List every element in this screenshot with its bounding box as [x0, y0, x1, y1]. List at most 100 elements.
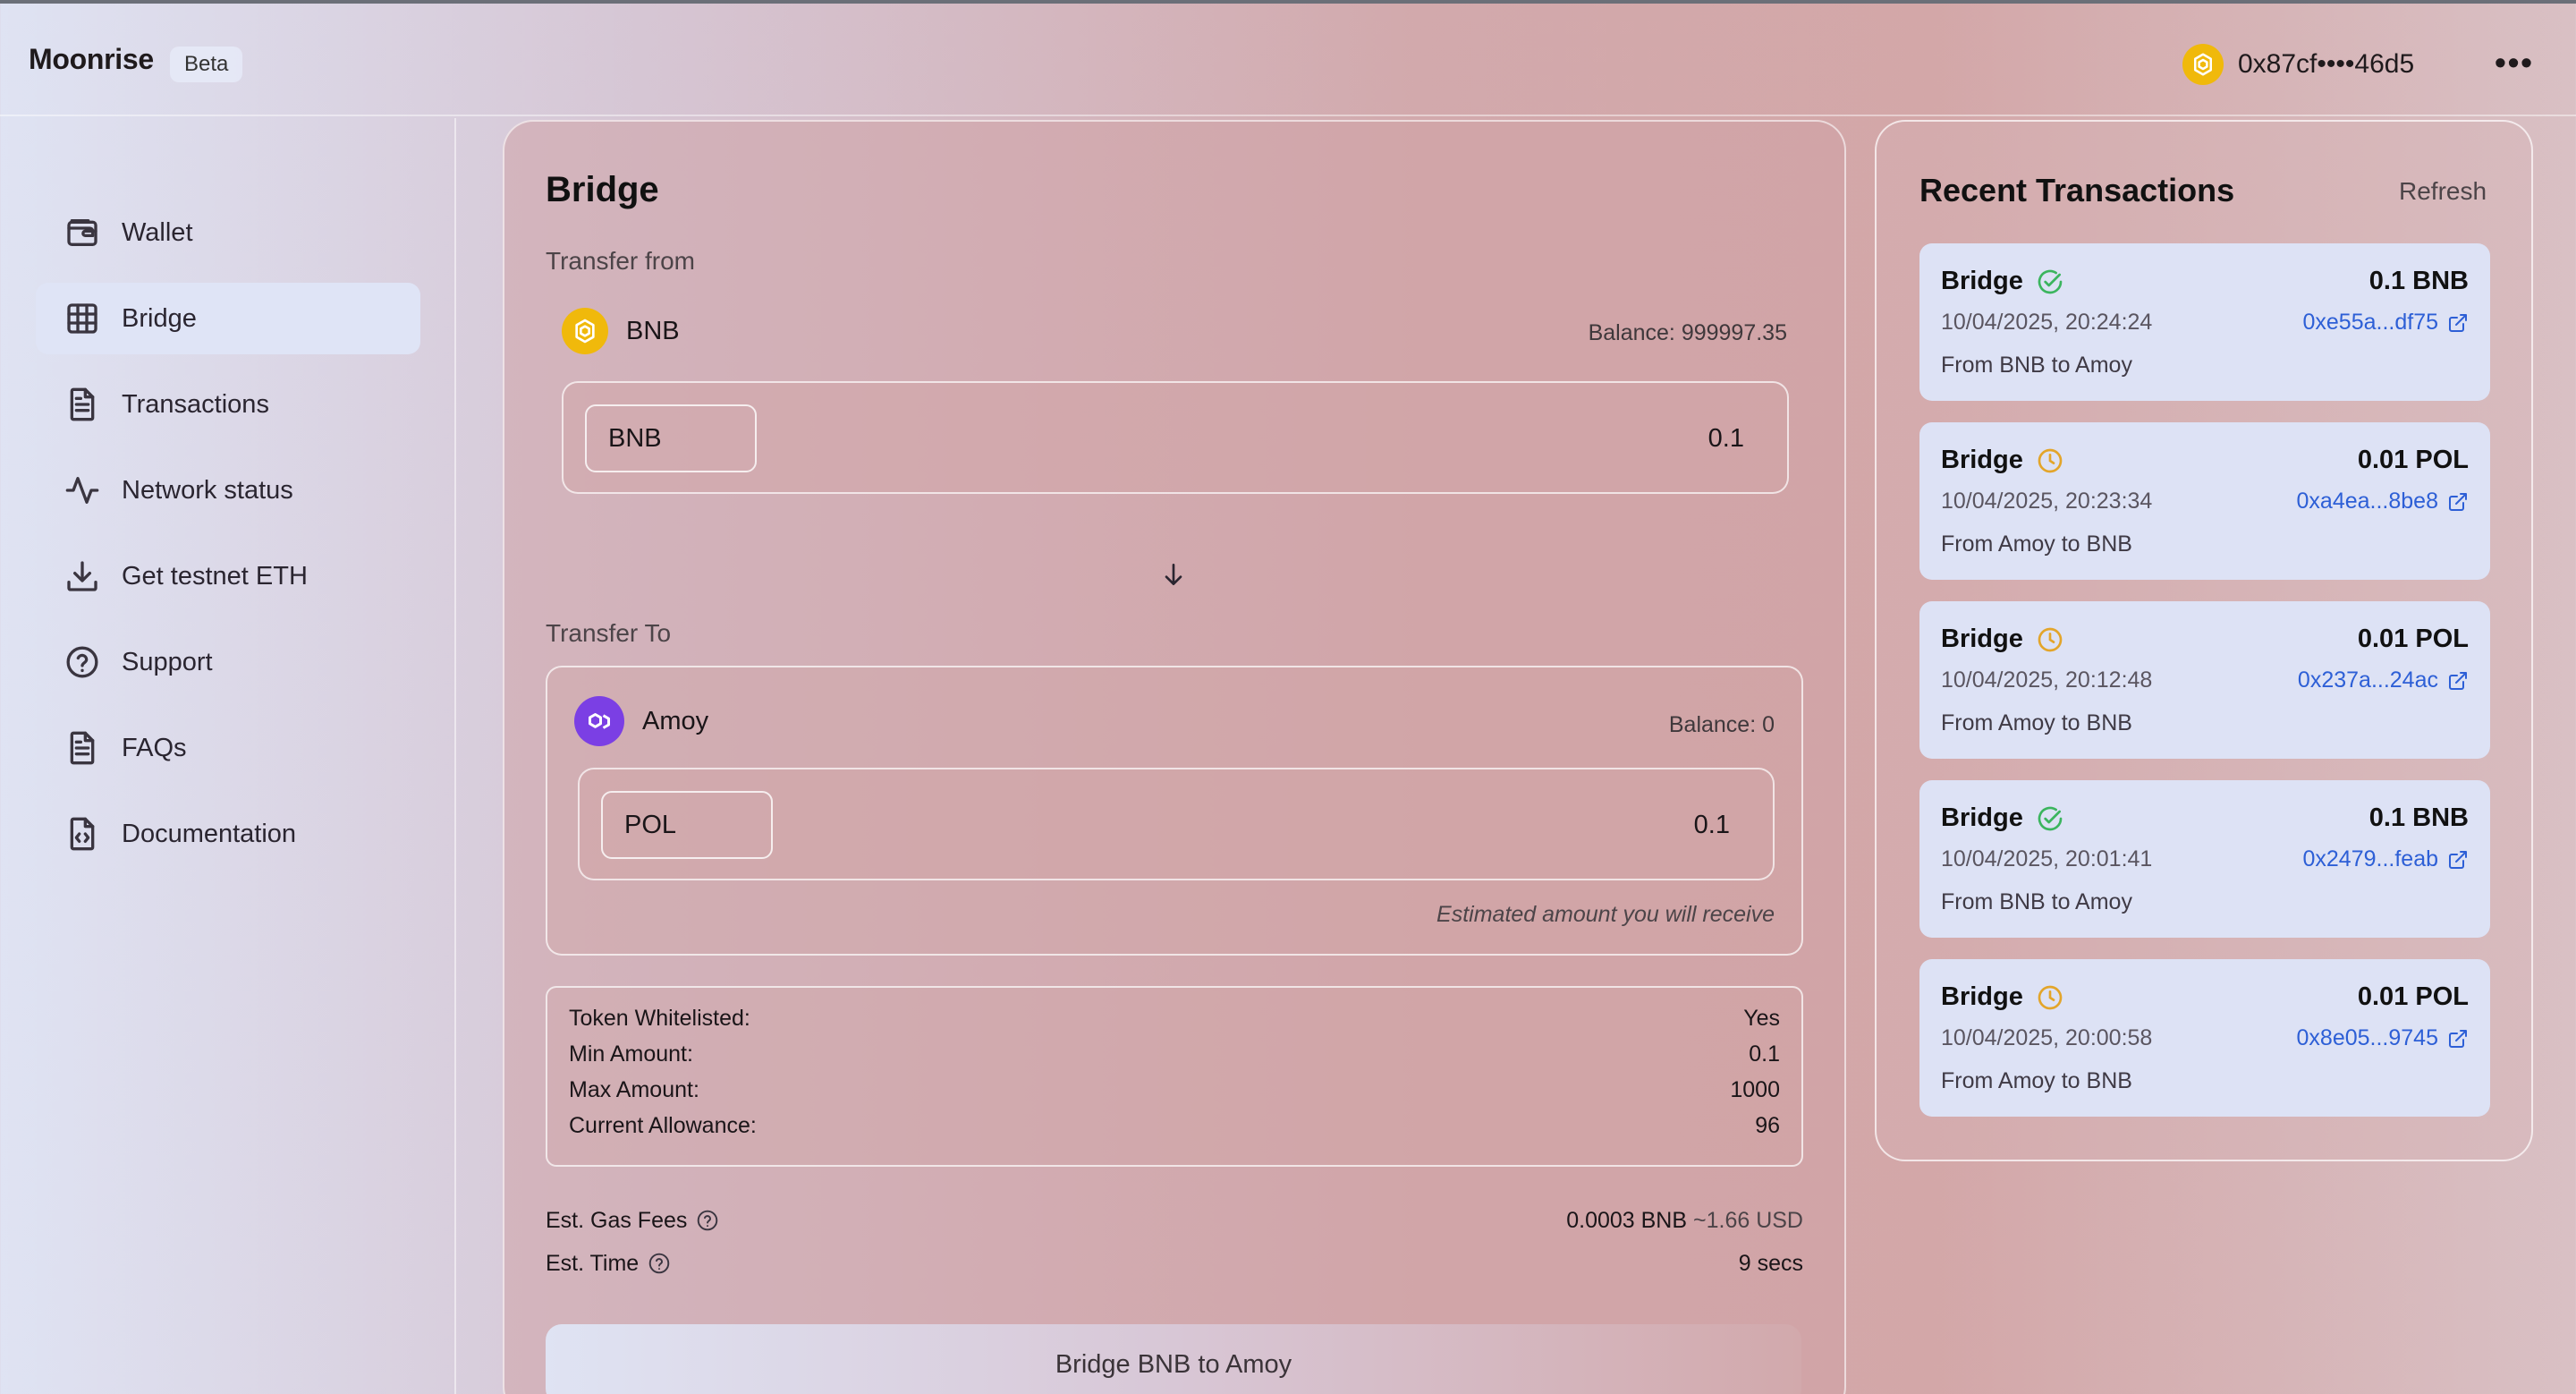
info-value: 0.1	[1749, 1041, 1780, 1067]
info-label: Current Allowance:	[569, 1113, 757, 1138]
info-value: 1000	[1730, 1077, 1780, 1102]
to-balance: Balance: 0	[1668, 712, 1775, 737]
sidebar-item-bridge[interactable]: Bridge	[36, 283, 420, 354]
sidebar-item-label: Support	[122, 647, 213, 676]
to-amount-value: 0.1	[1693, 811, 1730, 839]
tx-type: Bridge	[1941, 625, 2023, 653]
sidebar-item-label: FAQs	[122, 733, 187, 762]
from-token-select[interactable]: BNB	[585, 404, 757, 472]
transaction-card[interactable]: Bridge 0.1 BNB 10/04/2025, 20:24:24 0xe5…	[1919, 243, 2490, 401]
sidebar-item-label: Get testnet ETH	[122, 561, 308, 591]
estimate-note: Estimated amount you will receive	[1436, 902, 1775, 927]
tx-amount: 0.1 BNB	[2368, 803, 2469, 832]
sidebar-item-label: Wallet	[122, 217, 193, 247]
est-time-row: Est. Time 9 secs	[546, 1244, 1803, 1283]
sidebar-item-label: Documentation	[122, 819, 297, 848]
external-link-icon	[2449, 492, 2467, 511]
info-value: Yes	[1743, 1006, 1780, 1031]
check-circle-icon	[2038, 269, 2063, 293]
from-balance: Balance: 999997.35	[1588, 320, 1787, 345]
more-options-icon[interactable]: •••	[2492, 43, 2537, 82]
external-link-icon	[2449, 850, 2467, 869]
bridge-submit-button[interactable]: Bridge BNB to Amoy	[546, 1324, 1801, 1394]
wallet-address: 0x87cf••••46d5	[2238, 49, 2415, 79]
clock-icon	[2038, 448, 2063, 472]
bnb-coin-icon	[2182, 44, 2224, 85]
est-time-label: Est. Time	[546, 1250, 640, 1276]
refresh-button[interactable]: Refresh	[2399, 177, 2487, 206]
info-row-max-amount: Max Amount: 1000	[569, 1077, 1780, 1113]
tx-hash-link[interactable]: 0xa4ea...8be8	[2297, 489, 2469, 514]
check-circle-icon	[2038, 806, 2063, 830]
wallet-icon	[67, 219, 97, 246]
to-token-select[interactable]: POL	[601, 791, 773, 859]
code-document-icon	[70, 817, 95, 851]
from-amount-input[interactable]: 0.1	[1708, 424, 1744, 454]
tx-type: Bridge	[1941, 803, 2023, 832]
tx-hash-link[interactable]: 0x237a...24ac	[2298, 667, 2469, 693]
info-row-whitelisted: Token Whitelisted: Yes	[569, 1006, 1780, 1041]
beta-badge: Beta	[170, 47, 243, 82]
transaction-card[interactable]: Bridge 0.1 BNB 10/04/2025, 20:01:41 0x24…	[1919, 780, 2490, 938]
external-link-icon	[2449, 313, 2467, 332]
to-chain: Amoy	[574, 696, 708, 746]
info-label: Max Amount:	[569, 1077, 699, 1102]
help-circle-icon[interactable]	[696, 1209, 719, 1232]
recent-transactions-panel: Recent Transactions Refresh Bridge 0.1 B…	[1875, 120, 2533, 1161]
tx-time: 10/04/2025, 20:24:24	[1941, 310, 2153, 335]
info-label: Token Whitelisted:	[569, 1006, 750, 1031]
transaction-card[interactable]: Bridge 0.01 POL 10/04/2025, 20:23:34 0xa…	[1919, 422, 2490, 580]
tx-amount: 0.01 POL	[2357, 625, 2469, 653]
sidebar-item-faqs[interactable]: FAQs	[36, 712, 420, 784]
tx-amount: 0.1 BNB	[2368, 267, 2469, 295]
sidebar-item-label: Transactions	[122, 389, 269, 419]
sidebar-item-wallet[interactable]: Wallet	[36, 197, 420, 268]
tx-route: From Amoy to BNB	[1941, 710, 2132, 735]
sidebar-item-documentation[interactable]: Documentation	[36, 798, 420, 870]
tx-route: From BNB to Amoy	[1941, 889, 2132, 914]
sidebar-item-network-status[interactable]: Network status	[36, 455, 420, 526]
tx-route: From BNB to Amoy	[1941, 353, 2132, 378]
activity-icon	[65, 477, 99, 504]
tx-route: From Amoy to BNB	[1941, 531, 2132, 557]
transfer-from-label: Transfer from	[546, 247, 695, 275]
sidebar-item-transactions[interactable]: Transactions	[36, 369, 420, 440]
download-icon	[67, 561, 97, 591]
tx-amount: 0.01 POL	[2357, 982, 2469, 1011]
tx-time: 10/04/2025, 20:00:58	[1941, 1025, 2153, 1050]
document-icon	[70, 731, 95, 765]
gas-fee-label: Est. Gas Fees	[546, 1207, 688, 1233]
tx-hash: 0xe55a...df75	[2302, 310, 2438, 335]
info-value: 96	[1755, 1113, 1780, 1138]
tx-type: Bridge	[1941, 267, 2023, 295]
transaction-card[interactable]: Bridge 0.01 POL 10/04/2025, 20:12:48 0x2…	[1919, 601, 2490, 759]
tx-hash-link[interactable]: 0x8e05...9745	[2297, 1025, 2469, 1051]
sidebar-item-get-testnet-eth[interactable]: Get testnet ETH	[36, 540, 420, 612]
tx-hash-link[interactable]: 0xe55a...df75	[2302, 310, 2469, 336]
transfer-to-box: Amoy Balance: 0 POL 0.1 Estimated amount…	[546, 666, 1803, 956]
sidebar-item-label: Network status	[122, 475, 293, 505]
document-icon	[70, 387, 95, 421]
recent-transactions-title: Recent Transactions	[1919, 172, 2235, 208]
external-link-icon	[2449, 1029, 2467, 1048]
page-title: Bridge	[546, 170, 659, 209]
top-header: Moonrise Beta 0x87cf••••46d5 •••	[0, 4, 2576, 116]
tx-time: 10/04/2025, 20:01:41	[1941, 846, 2153, 871]
transfer-to-label: Transfer To	[546, 619, 672, 647]
tx-route: From Amoy to BNB	[1941, 1068, 2132, 1093]
transaction-card[interactable]: Bridge 0.01 POL 10/04/2025, 20:00:58 0x8…	[1919, 959, 2490, 1117]
clock-icon	[2038, 627, 2063, 651]
tx-type: Bridge	[1941, 982, 2023, 1011]
tx-hash: 0x8e05...9745	[2296, 1025, 2438, 1050]
tx-time: 10/04/2025, 20:23:34	[1941, 489, 2153, 514]
brand-logo-text[interactable]: Moonrise	[29, 43, 154, 76]
help-circle-icon[interactable]	[648, 1252, 671, 1275]
gas-fee-row: Est. Gas Fees 0.0003 BNB ~1.66 USD	[546, 1201, 1803, 1240]
wallet-address-button[interactable]: 0x87cf••••46d5	[2182, 39, 2414, 89]
tx-hash-link[interactable]: 0x2479...feab	[2302, 846, 2469, 872]
bnb-coin-icon	[562, 308, 608, 354]
sidebar-item-support[interactable]: Support	[36, 626, 420, 698]
polygon-coin-icon	[574, 696, 624, 746]
arrow-down-icon[interactable]	[1159, 558, 1188, 591]
sidebar: Wallet Bridge Transactions Network statu…	[0, 118, 456, 1394]
